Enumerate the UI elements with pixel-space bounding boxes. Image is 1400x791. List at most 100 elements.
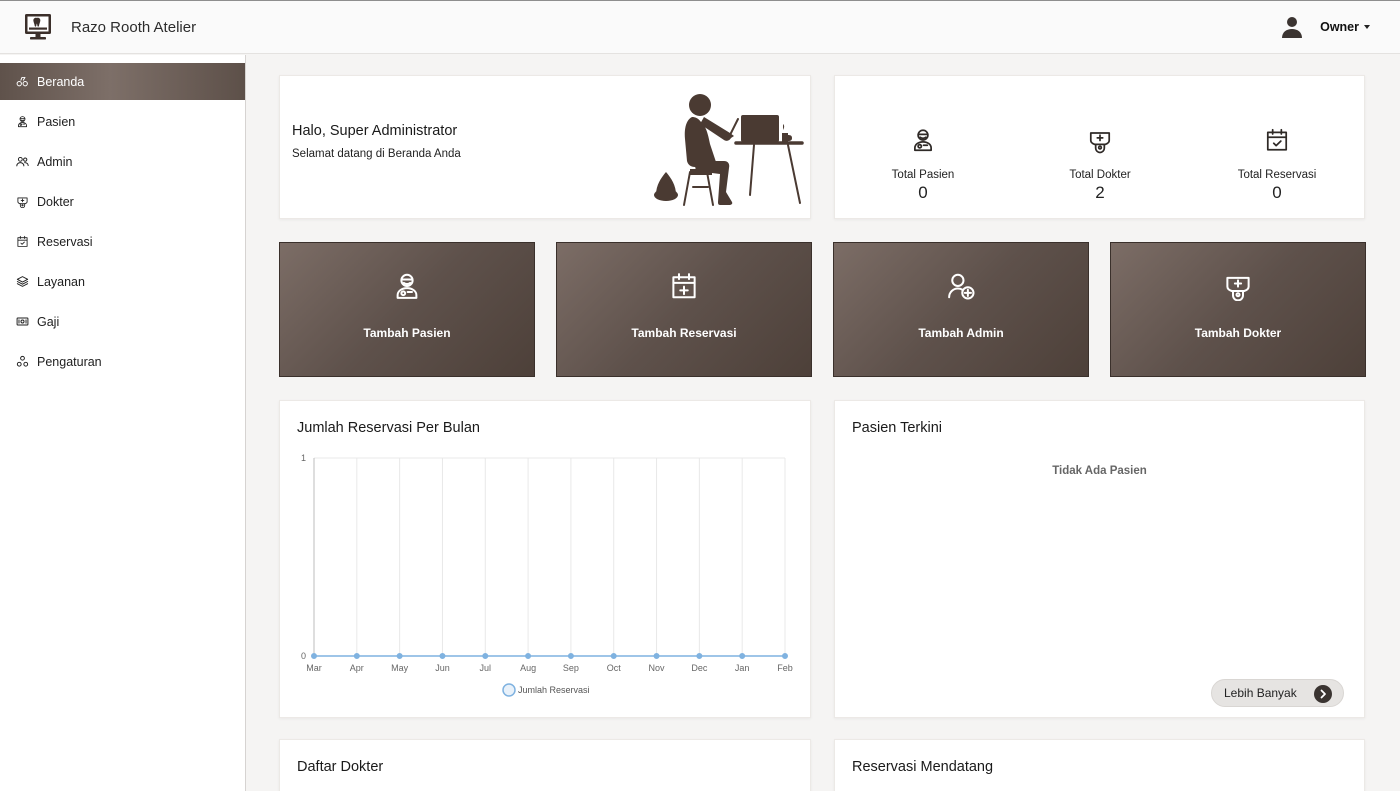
sidebar-item-dokter[interactable]: Dokter xyxy=(0,183,245,220)
sidebar-item-gaji[interactable]: Gaji xyxy=(0,303,245,340)
welcome-title: Halo, Super Administrator xyxy=(292,123,458,139)
data-point xyxy=(482,653,489,659)
doctors-list-card: Daftar Dokter xyxy=(279,739,811,791)
action-label: Tambah Pasien xyxy=(363,326,451,340)
sidebar-item-label: Admin xyxy=(37,154,73,169)
upcoming-reservations-card: Reservasi Mendatang xyxy=(834,739,1365,791)
sidebar-nav: Beranda Pasien Admin Dokter Reservasi La… xyxy=(0,63,245,380)
x-tick-label: Sep xyxy=(563,663,579,673)
stat-total-pasien: Total Pasien 0 xyxy=(863,126,983,203)
sidebar-item-label: Gaji xyxy=(37,314,60,329)
upcoming-reservations-title: Reservasi Mendatang xyxy=(852,759,994,775)
calendar-icon xyxy=(16,235,29,248)
legend-label: Jumlah Reservasi xyxy=(518,685,590,695)
settings-icon xyxy=(16,355,29,368)
brand[interactable]: Razo Rooth Atelier xyxy=(22,11,196,43)
data-point xyxy=(311,653,317,659)
top-navbar: Razo Rooth Atelier Owner xyxy=(0,0,1400,54)
stat-total-reservasi: Total Reservasi 0 xyxy=(1217,126,1337,203)
user-menu-dropdown[interactable]: Owner xyxy=(1280,15,1370,39)
sidebar-item-pengaturan[interactable]: Pengaturan xyxy=(0,343,245,380)
stat-value: 0 xyxy=(918,183,928,202)
data-point xyxy=(353,653,360,659)
x-tick-label: Jul xyxy=(480,663,492,673)
y-tick-label: 0 xyxy=(301,651,306,661)
chevron-right-icon xyxy=(1314,685,1332,703)
add-reservation-button[interactable]: Tambah Reservasi xyxy=(556,242,812,377)
sidebar-item-layanan[interactable]: Layanan xyxy=(0,263,245,300)
doctor-icon xyxy=(1087,126,1113,154)
action-label: Tambah Dokter xyxy=(1194,326,1282,340)
welcome-subtitle: Selamat datang di Beranda Anda xyxy=(292,148,461,160)
reservations-chart-card: Jumlah Reservasi Per Bulan 0 1 Mar Apr May Ju… xyxy=(279,400,811,718)
sidebar-item-label: Dokter xyxy=(37,194,74,209)
welcome-card: Halo, Super Administrator Selamat datang… xyxy=(279,75,811,219)
stat-value: 0 xyxy=(1272,183,1282,202)
data-point xyxy=(396,653,403,659)
sidebar-item-pasien[interactable]: Pasien xyxy=(0,103,245,140)
x-tick-label: Jun xyxy=(435,663,450,673)
data-point xyxy=(525,653,532,659)
x-tick-label: Mar xyxy=(306,663,322,673)
stat-label: Total Pasien xyxy=(891,169,955,181)
more-button-label: Lebih Banyak xyxy=(1224,686,1297,700)
data-point xyxy=(739,653,746,659)
x-tick-label: Feb xyxy=(777,663,793,673)
salary-icon xyxy=(16,315,29,328)
home-icon xyxy=(16,75,29,88)
add-admin-button[interactable]: Tambah Admin xyxy=(833,242,1089,377)
user-icon xyxy=(1282,17,1303,38)
add-patient-button[interactable]: Tambah Pasien xyxy=(279,242,535,377)
action-label: Tambah Reservasi xyxy=(631,326,737,340)
stat-label: Total Reservasi xyxy=(1237,169,1317,181)
app-name: Razo Rooth Atelier xyxy=(71,18,197,36)
more-patients-button[interactable]: Lebih Banyak xyxy=(1211,679,1344,707)
data-point xyxy=(610,653,617,659)
data-point xyxy=(567,653,574,659)
stat-label: Total Dokter xyxy=(1069,169,1131,181)
add-doctor-button[interactable]: Tambah Dokter xyxy=(1110,242,1366,377)
data-point xyxy=(696,653,703,659)
sidebar-item-label: Reservasi xyxy=(37,234,93,249)
x-tick-label: Aug xyxy=(520,663,536,673)
patient-icon xyxy=(910,126,936,154)
layers-icon xyxy=(16,275,29,288)
x-tick-label: Dec xyxy=(691,663,708,673)
x-tick-label: Nov xyxy=(649,663,666,673)
sidebar-item-label: Pengaturan xyxy=(37,354,102,369)
y-tick-label: 1 xyxy=(301,453,306,463)
caret-down-icon xyxy=(1364,25,1370,29)
user-plus-icon xyxy=(946,271,976,301)
sidebar-item-beranda[interactable]: Beranda xyxy=(0,63,245,100)
x-tick-label: Apr xyxy=(350,663,364,673)
x-tick-label: Oct xyxy=(607,663,622,673)
calendar-check-icon xyxy=(1264,126,1290,154)
sidebar-item-label: Pasien xyxy=(37,114,76,129)
x-tick-label: May xyxy=(391,663,409,673)
person-at-desk-illustration xyxy=(654,94,804,206)
legend-marker xyxy=(502,683,516,697)
sidebar-item-admin[interactable]: Admin xyxy=(0,143,245,180)
recent-patients-card: Pasien Terkini Tidak Ada Pasien Lebih Ba… xyxy=(834,400,1365,718)
sidebar-item-reservasi[interactable]: Reservasi xyxy=(0,223,245,260)
sidebar-item-label: Beranda xyxy=(37,74,85,89)
sidebar: Beranda Pasien Admin Dokter Reservasi La… xyxy=(0,55,246,791)
data-point xyxy=(653,653,660,659)
calendar-plus-icon xyxy=(669,271,699,301)
action-label: Tambah Admin xyxy=(918,326,1004,340)
recent-patients-title: Pasien Terkini xyxy=(852,420,943,436)
x-tick-label: Jan xyxy=(735,663,750,673)
data-point xyxy=(782,653,788,659)
stats-card: Total Pasien 0 Total Dokter 2 Total Rese… xyxy=(834,75,1365,219)
user-name: Owner xyxy=(1320,20,1359,34)
admin-icon xyxy=(16,155,29,168)
doctors-list-title: Daftar Dokter xyxy=(297,759,384,775)
patient-icon xyxy=(392,271,422,301)
doctor-icon xyxy=(1223,271,1253,301)
doctor-icon xyxy=(16,195,29,208)
sidebar-item-label: Layanan xyxy=(37,274,85,289)
data-point xyxy=(439,653,446,659)
dental-monitor-logo-icon xyxy=(25,14,51,40)
stat-value: 2 xyxy=(1095,183,1105,202)
reservations-line-chart: 0 1 Mar Apr May Jun Jul Aug Sep Oct Nov Dec Jan Feb Ju… xyxy=(301,453,793,697)
